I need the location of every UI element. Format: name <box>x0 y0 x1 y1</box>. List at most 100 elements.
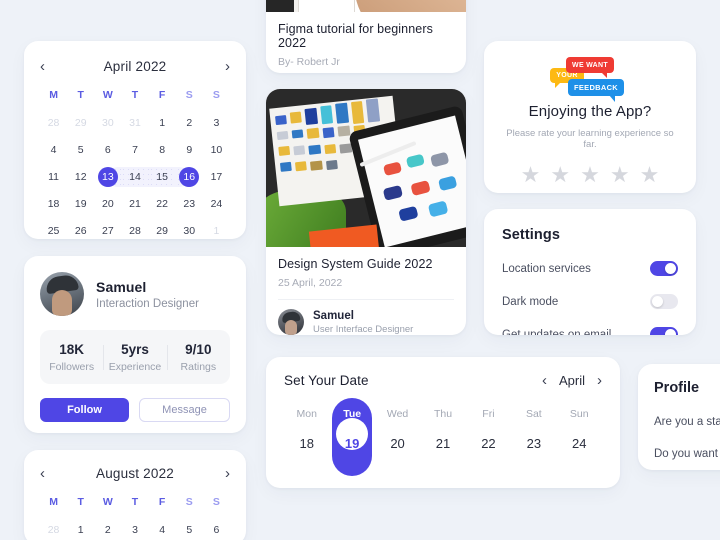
calendar-day: 13 <box>102 171 114 183</box>
week-day-cell[interactable]: Sun 24 <box>557 402 602 455</box>
calendar-day-cell[interactable]: 2 <box>176 112 203 134</box>
calendar-day: 25 <box>47 225 60 237</box>
profile-stat-label: Experience <box>108 361 162 373</box>
settings-card: Settings Location services Dark mode Get u… <box>484 209 696 335</box>
star-icon[interactable]: ★ <box>550 164 570 186</box>
calendar-day-cell[interactable]: 17 <box>203 166 230 188</box>
calendar-day-cell[interactable]: 3 <box>203 112 230 134</box>
calendar-day-cell[interactable]: 18 <box>40 193 67 215</box>
calendar-day-cell[interactable]: 1 <box>203 220 230 239</box>
calendar-day-cell[interactable]: 19 <box>67 193 94 215</box>
calendar-day: 16 <box>183 171 196 183</box>
week-day-cell[interactable]: Tue 19 <box>329 398 374 476</box>
guide-card[interactable]: Design System Guide 2022 25 April, 2022 … <box>266 89 466 335</box>
calendar-dow: S <box>185 89 193 101</box>
chevron-left-icon[interactable]: ‹ <box>40 59 45 74</box>
calendar-dow: T <box>77 496 84 508</box>
week-day-cell[interactable]: Sat 23 <box>511 402 556 455</box>
week-day-cell[interactable]: Wed 20 <box>375 402 420 455</box>
chevron-right-icon[interactable]: › <box>597 373 602 388</box>
calendar-day-cell[interactable]: 9 <box>176 139 203 161</box>
rating-stars[interactable]: ★ ★ ★ ★ ★ <box>500 164 680 186</box>
star-icon[interactable]: ★ <box>521 164 541 186</box>
star-icon[interactable]: ★ <box>640 164 660 186</box>
calendar-day-cell[interactable]: 27 <box>94 220 121 239</box>
toggle-switch[interactable] <box>650 261 678 276</box>
calendar-day-cell[interactable]: 31 <box>121 112 148 134</box>
calendar-day-cell[interactable]: 23 <box>176 193 203 215</box>
calendar-day-cell[interactable]: 7 <box>121 139 148 161</box>
calendar-day: 5 <box>186 524 193 536</box>
calendar-day-cell[interactable]: 22 <box>149 193 176 215</box>
calendar-day: 20 <box>102 198 114 210</box>
profile-settings-item[interactable]: Are you a sta <box>654 416 720 428</box>
calendar-day-cell[interactable]: 30 <box>94 112 121 134</box>
calendar-day-cell[interactable]: 2 <box>94 519 121 540</box>
chevron-right-icon[interactable]: › <box>225 466 230 481</box>
avatar <box>278 309 304 335</box>
guide-title: Design System Guide 2022 <box>278 257 433 271</box>
calendar-day: 17 <box>210 171 223 183</box>
star-icon[interactable]: ★ <box>610 164 630 186</box>
guide-thumbnail <box>266 89 466 247</box>
week-day-cell[interactable]: Thu 21 <box>420 402 465 455</box>
calendar-day-cell[interactable]: 6 <box>94 139 121 161</box>
tutorial-card[interactable]: Figma tutorial for beginners 2022 By- Ro… <box>266 0 466 73</box>
profile-stat-value: 9/10 <box>185 342 212 357</box>
calendar-day-cell[interactable]: 30 <box>176 220 203 239</box>
calendar-day-cell[interactable]: 21 <box>121 193 148 215</box>
calendar-day-cell[interactable]: 3 <box>121 519 148 540</box>
divider <box>278 299 454 300</box>
chevron-right-icon[interactable]: › <box>225 59 230 74</box>
calendar-day-cell[interactable]: 29 <box>67 112 94 134</box>
star-icon[interactable]: ★ <box>580 164 600 186</box>
calendar-day-cell[interactable]: 10 <box>203 139 230 161</box>
calendar-day-cell[interactable]: 5 <box>67 139 94 161</box>
calendar-day-cell[interactable]: 26 <box>67 220 94 239</box>
calendar-day-cell[interactable]: 20 <box>94 193 121 215</box>
calendar-day-cell[interactable]: 29 <box>149 220 176 239</box>
calendar-day-cell[interactable]: 25 <box>40 220 67 239</box>
calendar-dow: S <box>212 89 220 101</box>
calendar-day-cell[interactable]: 1 <box>67 519 94 540</box>
calendar-day-cell[interactable]: 28 <box>121 220 148 239</box>
calendar-day-cell[interactable]: 16 <box>175 166 203 188</box>
calendar-day-cell[interactable]: 28 <box>40 519 67 540</box>
calendar-day: 14 <box>129 171 141 183</box>
chevron-left-icon[interactable]: ‹ <box>40 466 45 481</box>
calendar-day-cell[interactable]: 11 <box>40 166 67 188</box>
calendar-day: 22 <box>156 198 168 210</box>
calendar-day: 9 <box>186 144 193 156</box>
calendar-title-august: August 2022 <box>95 465 174 481</box>
calendar-day-cell[interactable]: 6 <box>203 519 230 540</box>
calendar-day-cell[interactable]: 4 <box>149 519 176 540</box>
calendar-dow: F <box>158 496 166 508</box>
guide-date: 25 April, 2022 <box>278 277 343 289</box>
profile-actions: Follow Message <box>40 398 230 422</box>
week-day-cell[interactable]: Fri 22 <box>466 402 511 455</box>
calendar-day-cell[interactable]: 4 <box>40 139 67 161</box>
chevron-left-icon[interactable]: ‹ <box>542 373 547 388</box>
toggle-switch[interactable] <box>650 294 678 309</box>
week-day-number: 24 <box>572 436 587 451</box>
calendar-day-cell[interactable]: 28 <box>40 112 67 134</box>
profile-stat: 5yrs Experience <box>103 342 166 373</box>
calendar-day: 26 <box>74 225 87 237</box>
week-day-cell[interactable]: Mon 18 <box>284 402 329 455</box>
month-nav: ‹ April › <box>542 373 602 388</box>
calendar-day-cell[interactable]: 14 <box>121 166 149 188</box>
calendar-day-cell[interactable]: 13 <box>94 166 122 188</box>
calendar-title: April 2022 <box>103 58 167 74</box>
settings-row: Dark mode <box>502 294 678 309</box>
toggle-switch[interactable] <box>650 327 678 335</box>
message-button[interactable]: Message <box>139 398 230 422</box>
calendar-day-cell[interactable]: 24 <box>203 193 230 215</box>
profile-settings-item[interactable]: Do you want <box>654 448 720 460</box>
calendar-day-cell[interactable]: 5 <box>176 519 203 540</box>
calendar-day-cell[interactable]: 1 <box>149 112 176 134</box>
calendar-day-cell[interactable]: 15 <box>148 166 176 188</box>
calendar-day-cell[interactable]: 12 <box>67 166 94 188</box>
follow-button[interactable]: Follow <box>40 398 129 422</box>
calendar-day-cell[interactable]: 8 <box>149 139 176 161</box>
calendar-day: 11 <box>48 171 60 183</box>
